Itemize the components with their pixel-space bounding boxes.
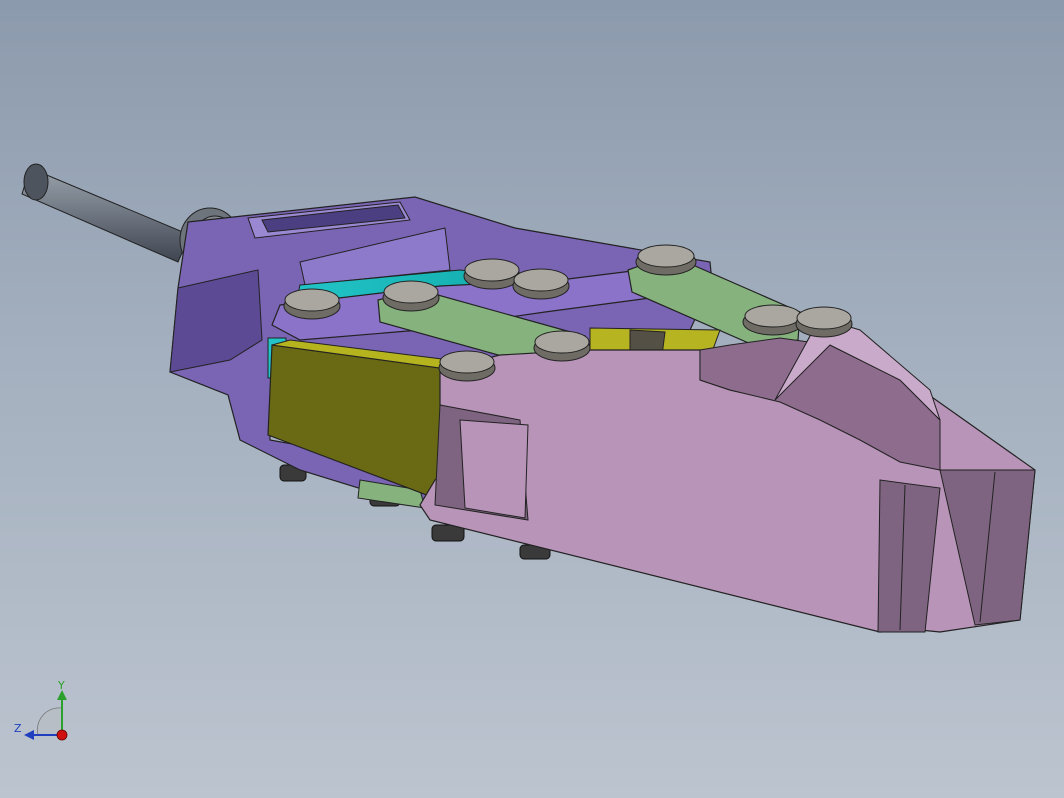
pin-cap[interactable] — [635, 244, 697, 276]
pin-cap[interactable] — [742, 304, 804, 336]
jaw[interactable] — [419, 317, 1036, 633]
cad-viewport[interactable]: Y Z — [0, 0, 1064, 798]
pin-cap[interactable] — [512, 268, 570, 300]
y-axis-label: Y — [58, 679, 65, 692]
pin-cap[interactable] — [533, 330, 591, 362]
pin-cap[interactable] — [438, 350, 496, 382]
coordinate-triad[interactable] — [24, 690, 68, 741]
gripper-assembly-model[interactable] — [0, 0, 1064, 798]
x-axis-point — [56, 729, 68, 741]
pin-cap[interactable] — [283, 288, 341, 320]
pin-cap[interactable] — [795, 306, 853, 338]
z-axis-label: Z — [14, 722, 22, 735]
pin-cap[interactable] — [382, 280, 440, 312]
pin-cap[interactable] — [463, 258, 521, 290]
